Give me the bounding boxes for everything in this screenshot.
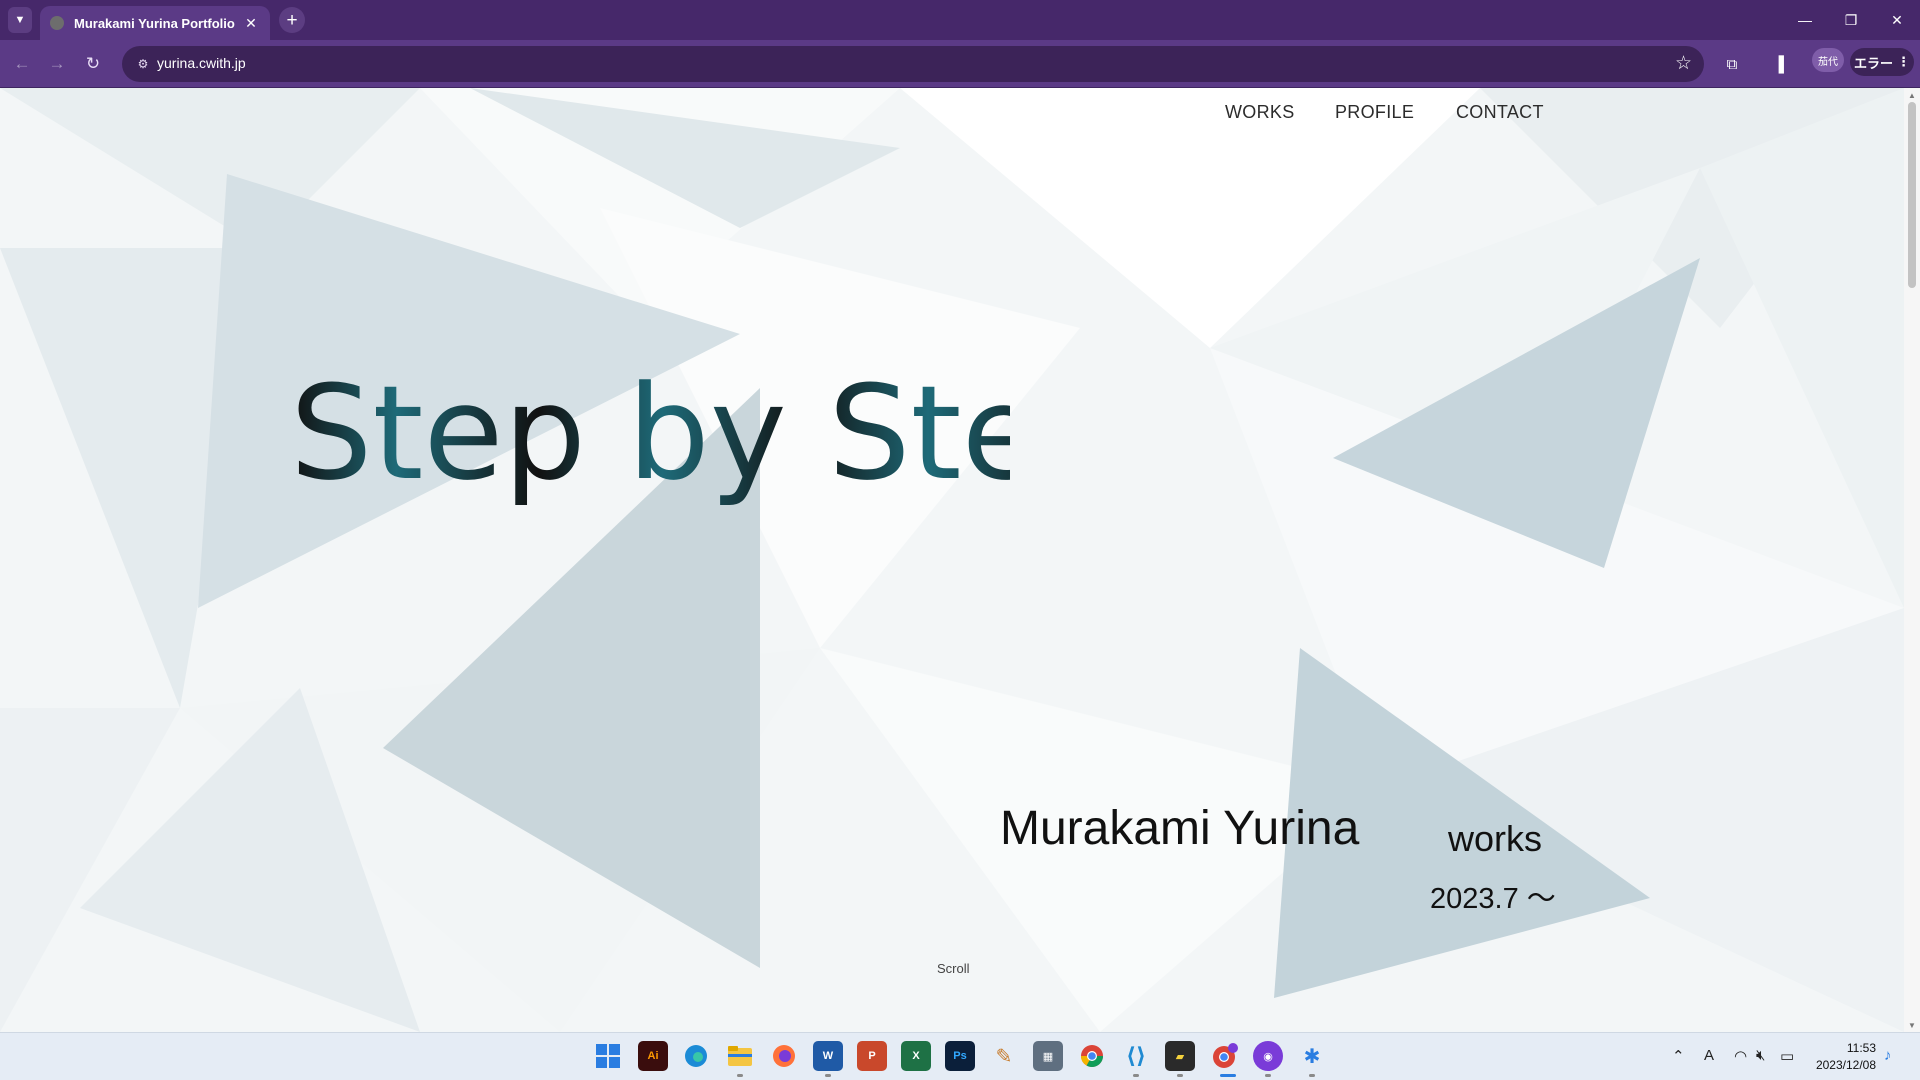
illustrator-icon[interactable]: Ai — [638, 1041, 668, 1071]
windows-start-icon[interactable] — [593, 1041, 623, 1071]
chrome-profile-icon[interactable] — [1210, 1041, 1240, 1071]
forward-button[interactable]: → — [43, 50, 71, 78]
photoshop-icon[interactable]: Ps — [945, 1041, 975, 1071]
address-bar[interactable]: ⚙ yurina.cwith.jp ☆ — [122, 46, 1704, 82]
owner-name: Murakami Yurina — [1000, 802, 1360, 855]
tab-title: Murakami Yurina Portfolio — [74, 15, 235, 31]
bluetooth-app-icon[interactable]: ✱ — [1297, 1041, 1327, 1071]
vscode-icon[interactable]: ⟨⟩ — [1121, 1041, 1151, 1071]
low-poly-background — [0, 88, 1904, 1032]
error-label: エラー — [1853, 55, 1893, 71]
profile-avatar[interactable]: 茄代 — [1812, 48, 1844, 72]
headline-text: Step by Step! — [290, 358, 1010, 509]
volume-muted-icon[interactable]: 🔇︎ — [1756, 1047, 1765, 1064]
reload-button[interactable]: ↻ — [79, 50, 107, 78]
word-icon[interactable]: W — [813, 1041, 843, 1071]
hero-headline: Step by Step! — [290, 358, 1010, 509]
back-button[interactable]: ← — [8, 50, 36, 78]
nav-contact-link[interactable]: CONTACT — [1456, 102, 1544, 123]
tab-close-icon[interactable]: ✕ — [242, 15, 260, 32]
scroll-up-icon[interactable]: ▲ — [1904, 88, 1920, 102]
extensions-icon[interactable]: ⧉ — [1720, 52, 1744, 76]
restore-button[interactable]: ❐ — [1828, 0, 1874, 40]
powerpoint-icon[interactable]: P — [857, 1041, 887, 1071]
minimize-button[interactable]: — — [1782, 0, 1828, 40]
works-period: 2023.7 ～ — [1430, 883, 1556, 915]
page-viewport: WORKS PROFILE CONTACT Step by Step! Mura… — [0, 88, 1904, 1032]
error-menu-button[interactable]: エラー ⋮ — [1850, 48, 1914, 76]
more-vert-icon: ⋮ — [1897, 54, 1910, 69]
nav-profile-link[interactable]: PROFILE — [1335, 102, 1414, 123]
scrollbar-thumb[interactable] — [1908, 102, 1916, 288]
excel-icon[interactable]: X — [901, 1041, 931, 1071]
new-tab-button[interactable]: + — [279, 7, 305, 33]
file-explorer-icon[interactable] — [725, 1041, 755, 1071]
battery-icon[interactable]: ▭ — [1780, 1047, 1794, 1065]
forward-arrow-icon: → — [48, 54, 66, 73]
nav-works-link[interactable]: WORKS — [1225, 102, 1295, 123]
side-panel-icon[interactable]: ▌ — [1772, 52, 1796, 76]
ime-indicator[interactable]: A — [1704, 1047, 1714, 1064]
tray-overflow-chevron-icon[interactable]: ⌃ — [1672, 1047, 1685, 1065]
url-text[interactable]: yurina.cwith.jp — [157, 55, 246, 71]
page-scrollbar[interactable]: ▲ ▼ — [1904, 88, 1920, 1032]
vscode-running-indicator — [1133, 1074, 1139, 1077]
tab-favicon-icon — [50, 16, 64, 30]
browser-toolbar: ← → ↻ ⚙ yurina.cwith.jp ☆ ⧉ ▌ — [0, 40, 1920, 88]
chevron-down-icon: ▼ — [14, 14, 26, 26]
github-desktop-icon[interactable]: ◉ — [1253, 1041, 1283, 1071]
back-arrow-icon: ← — [13, 54, 31, 73]
chrome-icon[interactable] — [1077, 1041, 1107, 1071]
bluetooth-app-running-indicator — [1309, 1074, 1315, 1077]
windows-taskbar: Ai W P X Ps ✎ ▦ ⟨⟩ ▰ ◉ ✱ ⌃ A ◠ 🔇︎ ▭ 11:5… — [0, 1032, 1920, 1080]
sticky-notes-running-indicator — [1177, 1074, 1183, 1077]
works-label: works — [1448, 818, 1543, 859]
site-info-icon[interactable]: ⚙ — [134, 55, 152, 73]
paint-icon[interactable]: ✎ — [989, 1041, 1019, 1071]
calculator-icon[interactable]: ▦ — [1033, 1041, 1063, 1071]
firefox-icon[interactable] — [769, 1041, 799, 1071]
file-explorer-running-indicator — [737, 1074, 743, 1077]
clock-time[interactable]: 11:53 — [1812, 1041, 1876, 1055]
clock-date[interactable]: 2023/12/08 — [1812, 1058, 1876, 1072]
scroll-down-icon[interactable]: ▼ — [1904, 1018, 1920, 1032]
tab-active[interactable]: Murakami Yurina Portfolio ✕ — [40, 6, 270, 40]
scroll-indicator[interactable]: Scroll — [937, 961, 970, 976]
wifi-icon[interactable]: ◠ — [1734, 1047, 1747, 1065]
github-desktop-running-indicator — [1265, 1074, 1271, 1077]
browser-titlebar: ▼ Murakami Yurina Portfolio ✕ + — ❐ ✕ — [0, 0, 1920, 40]
sticky-notes-icon[interactable]: ▰ — [1165, 1041, 1195, 1071]
chrome-profile-active-indicator — [1220, 1074, 1236, 1077]
bookmark-star-icon[interactable]: ☆ — [1675, 52, 1692, 75]
edge-icon[interactable] — [681, 1041, 711, 1071]
top-nav: WORKS PROFILE CONTACT — [0, 102, 1904, 132]
close-window-button[interactable]: ✕ — [1874, 0, 1920, 40]
notification-bell-icon[interactable]: ♪ — [1884, 1047, 1892, 1064]
reload-icon: ↻ — [85, 54, 101, 73]
tab-search-button[interactable]: ▼ — [8, 7, 32, 33]
word-running-indicator — [825, 1074, 831, 1077]
